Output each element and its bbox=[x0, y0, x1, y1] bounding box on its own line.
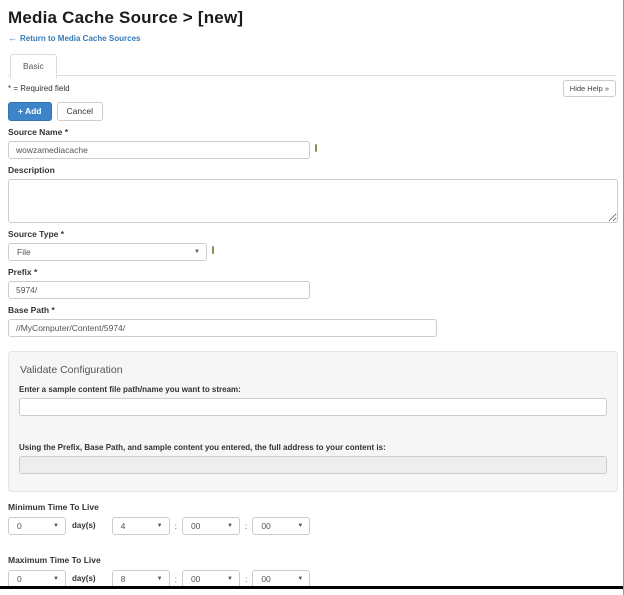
min-ttl-days-value: 0 bbox=[17, 521, 22, 531]
cancel-button[interactable]: Cancel bbox=[57, 102, 103, 121]
min-ttl-seconds-value: 00 bbox=[261, 521, 270, 531]
chevron-down-icon: ▼ bbox=[194, 249, 200, 255]
return-link-label: Return to Media Cache Sources bbox=[20, 34, 140, 43]
screenshot-bottom-border bbox=[0, 586, 623, 589]
source-name-input[interactable] bbox=[8, 141, 310, 159]
source-name-label: Source Name * bbox=[8, 127, 616, 137]
min-ttl-minutes-select[interactable]: 00 ▼ bbox=[182, 517, 240, 535]
max-ttl-hours-value: 8 bbox=[121, 574, 126, 584]
validate-configuration-panel: Validate Configuration Enter a sample co… bbox=[8, 351, 618, 492]
page-title: Media Cache Source > [new] bbox=[8, 8, 616, 28]
max-ttl-days-suffix: day(s) bbox=[72, 574, 96, 583]
max-ttl-hours-select[interactable]: 8 ▼ bbox=[112, 570, 170, 588]
tab-basic[interactable]: Basic bbox=[10, 54, 57, 79]
description-group: Description bbox=[8, 165, 616, 223]
sample-content-input[interactable] bbox=[19, 398, 607, 416]
source-type-select[interactable]: File ▼ bbox=[8, 243, 207, 261]
chevron-down-icon: ▼ bbox=[297, 523, 303, 529]
chevron-down-icon: ▼ bbox=[157, 576, 163, 582]
chevron-down-icon: ▼ bbox=[53, 576, 59, 582]
min-ttl-group: Minimum Time To Live 0 ▼ day(s) 4 ▼ : 00… bbox=[8, 502, 616, 535]
chevron-down-icon: ▼ bbox=[157, 523, 163, 529]
base-path-input[interactable] bbox=[8, 319, 437, 337]
help-marker-icon bbox=[315, 144, 317, 152]
base-path-group: Base Path * bbox=[8, 305, 616, 337]
base-path-label: Base Path * bbox=[8, 305, 616, 315]
return-link[interactable]: ← Return to Media Cache Sources bbox=[8, 33, 140, 43]
min-ttl-minutes-value: 00 bbox=[191, 521, 200, 531]
prefix-input[interactable] bbox=[8, 281, 310, 299]
max-ttl-label: Maximum Time To Live bbox=[8, 555, 616, 565]
chevron-down-icon: ▼ bbox=[297, 576, 303, 582]
note-row: * = Required field Hide Help » bbox=[8, 80, 616, 97]
plus-icon: + bbox=[18, 106, 23, 116]
source-name-group: Source Name * bbox=[8, 127, 616, 159]
description-label: Description bbox=[8, 165, 616, 175]
source-type-label: Source Type * bbox=[8, 229, 616, 239]
description-textarea[interactable] bbox=[8, 179, 618, 223]
max-ttl-days-value: 0 bbox=[17, 574, 22, 584]
max-ttl-seconds-value: 00 bbox=[261, 574, 270, 584]
source-type-group: Source Type * File ▼ bbox=[8, 229, 616, 261]
full-address-label: Using the Prefix, Base Path, and sample … bbox=[19, 443, 607, 452]
min-ttl-label: Minimum Time To Live bbox=[8, 502, 616, 512]
min-ttl-seconds-select[interactable]: 00 ▼ bbox=[252, 517, 310, 535]
media-cache-source-form: Media Cache Source > [new] ← Return to M… bbox=[0, 0, 624, 595]
chevron-down-icon: ▼ bbox=[227, 576, 233, 582]
prefix-group: Prefix * bbox=[8, 267, 616, 299]
min-ttl-days-suffix: day(s) bbox=[72, 521, 96, 530]
help-marker-icon bbox=[212, 246, 214, 254]
ttl-colon: : bbox=[175, 521, 177, 531]
required-field-note: * = Required field bbox=[8, 84, 70, 93]
hide-help-button[interactable]: Hide Help » bbox=[563, 80, 616, 97]
max-ttl-minutes-value: 00 bbox=[191, 574, 200, 584]
sample-content-label: Enter a sample content file path/name yo… bbox=[19, 385, 607, 394]
tab-bar: Basic bbox=[8, 53, 616, 76]
max-ttl-seconds-select[interactable]: 00 ▼ bbox=[252, 570, 310, 588]
chevron-down-icon: ▼ bbox=[227, 523, 233, 529]
max-ttl-days-select[interactable]: 0 ▼ bbox=[8, 570, 66, 588]
ttl-colon: : bbox=[245, 521, 247, 531]
full-address-output bbox=[19, 456, 607, 474]
page-frame: Media Cache Source > [new] ← Return to M… bbox=[0, 0, 624, 595]
prefix-label: Prefix * bbox=[8, 267, 616, 277]
add-button-label: Add bbox=[25, 106, 42, 116]
min-ttl-hours-value: 4 bbox=[121, 521, 126, 531]
min-ttl-hours-select[interactable]: 4 ▼ bbox=[112, 517, 170, 535]
source-type-value: File bbox=[17, 247, 31, 257]
ttl-colon: : bbox=[175, 574, 177, 584]
chevron-down-icon: ▼ bbox=[53, 523, 59, 529]
top-action-buttons: +Add Cancel bbox=[8, 102, 616, 121]
max-ttl-minutes-select[interactable]: 00 ▼ bbox=[182, 570, 240, 588]
max-ttl-group: Maximum Time To Live 0 ▼ day(s) 8 ▼ : 00… bbox=[8, 555, 616, 588]
validate-configuration-title: Validate Configuration bbox=[20, 364, 607, 376]
back-arrow-icon: ← bbox=[8, 33, 17, 43]
ttl-colon: : bbox=[245, 574, 247, 584]
add-button[interactable]: +Add bbox=[8, 102, 52, 121]
min-ttl-days-select[interactable]: 0 ▼ bbox=[8, 517, 66, 535]
